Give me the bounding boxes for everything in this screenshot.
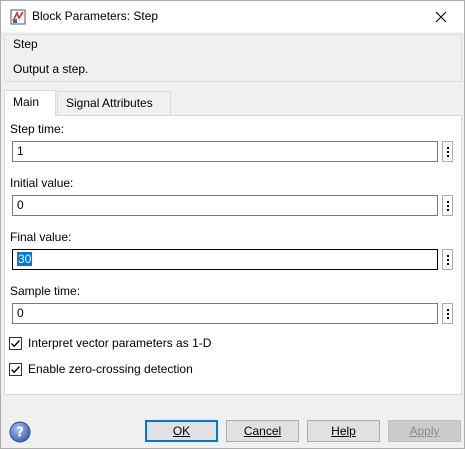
dialog-window: Block Parameters: Step Step Output a ste… (0, 0, 465, 449)
sample-time-label: Sample time: (10, 284, 81, 298)
interpret-vector-label: Interpret vector parameters as 1-D (28, 336, 212, 350)
interpret-vector-row[interactable]: Interpret vector parameters as 1-D (9, 335, 211, 351)
final-value-field[interactable]: 30 (12, 249, 438, 270)
cancel-button[interactable]: Cancel (226, 420, 299, 442)
ok-button-label: OK (172, 424, 191, 438)
step-time-value: 1 (17, 144, 24, 158)
close-icon (435, 11, 447, 22)
step-time-field[interactable]: 1 (12, 141, 438, 162)
sample-time-value: 0 (17, 306, 24, 320)
help-icon[interactable]: ? (9, 421, 31, 443)
step-time-label: Step time: (10, 122, 65, 136)
main-tab-panel: Step time: 1 Initial value: 0 Final valu… (4, 115, 462, 395)
vertical-ellipsis-icon (446, 146, 449, 158)
tab-bar: Main Signal Attributes (4, 90, 464, 116)
apply-button-label: Apply (409, 424, 440, 438)
tab-signal-attributes[interactable]: Signal Attributes (57, 91, 171, 115)
initial-value-field[interactable]: 0 (12, 195, 438, 216)
simulink-block-icon (10, 9, 26, 25)
interpret-vector-checkbox[interactable] (9, 336, 22, 350)
help-button[interactable]: Help (307, 420, 380, 442)
block-description: Output a step. (13, 62, 89, 76)
close-button[interactable] (418, 1, 464, 32)
initial-value-label: Initial value: (10, 176, 74, 190)
block-name: Step (13, 37, 38, 51)
initial-value-more-button[interactable] (442, 195, 453, 216)
cancel-button-label: Cancel (243, 424, 282, 438)
svg-text:?: ? (16, 426, 24, 441)
title-bar[interactable]: Block Parameters: Step (1, 1, 464, 32)
step-time-more-button[interactable] (442, 141, 453, 162)
block-description-group: Step Output a step. (4, 34, 462, 82)
vertical-ellipsis-icon (446, 254, 449, 266)
zero-crossing-label: Enable zero-crossing detection (28, 362, 193, 376)
apply-button[interactable]: Apply (388, 420, 461, 442)
final-value-more-button[interactable] (442, 249, 453, 270)
zero-crossing-row[interactable]: Enable zero-crossing detection (9, 361, 193, 377)
checkmark-icon (11, 339, 21, 347)
window-title: Block Parameters: Step (32, 9, 159, 23)
checkmark-icon (11, 365, 21, 373)
sample-time-field[interactable]: 0 (12, 303, 438, 324)
vertical-ellipsis-icon (446, 200, 449, 212)
final-value-value: 30 (17, 252, 33, 266)
sample-time-more-button[interactable] (442, 303, 453, 324)
ok-button[interactable]: OK (145, 420, 218, 442)
tab-main[interactable]: Main (4, 90, 56, 116)
initial-value-value: 0 (17, 198, 24, 212)
vertical-ellipsis-icon (446, 308, 449, 320)
final-value-label: Final value: (10, 230, 72, 244)
help-button-label: Help (331, 424, 356, 438)
zero-crossing-checkbox[interactable] (9, 362, 22, 376)
